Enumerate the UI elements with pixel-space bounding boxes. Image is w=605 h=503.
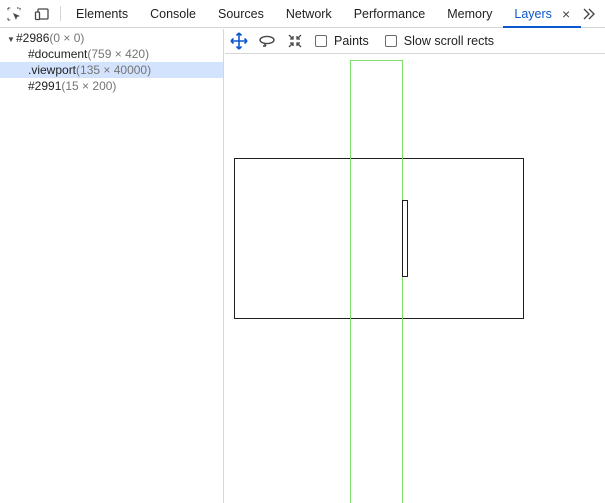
tab-label: Console [150, 6, 196, 21]
layer-name: #document [28, 47, 88, 61]
pan-mode-icon[interactable] [225, 29, 253, 53]
device-toolbar-icon[interactable] [28, 0, 56, 28]
tab-label: Network [285, 6, 332, 21]
inspect-element-icon[interactable] [0, 0, 28, 28]
layers-toolbar: Paints Slow scroll rects [225, 29, 605, 54]
paints-label: Paints [334, 34, 369, 48]
tab-label: Elements [76, 6, 129, 21]
tab-label: Sources [217, 6, 264, 21]
tab-console[interactable]: Console [139, 0, 207, 27]
rotate-mode-icon[interactable] [253, 29, 281, 53]
layer-dimensions: (759 × 420) [87, 47, 150, 61]
tab-network[interactable]: Network [275, 0, 343, 27]
tree-row-viewport[interactable]: .viewport(135 × 40000) [0, 62, 223, 78]
tab-sources[interactable]: Sources [207, 0, 275, 27]
layer-tree: ▼#2986(0 × 0) #document(759 × 420) .view… [0, 29, 224, 503]
tab-label: Memory [447, 6, 493, 21]
more-tabs-icon[interactable] [573, 0, 605, 28]
devtools-tab-bar: Elements Console Sources Network Perform… [0, 0, 605, 28]
layer-dimensions: (15 × 200) [61, 79, 117, 93]
layer-name: #2986 [16, 31, 50, 45]
close-tab-icon[interactable]: × [562, 7, 570, 21]
tab-layers[interactable]: Layers × [503, 0, 581, 28]
layer-dimensions: (135 × 40000) [76, 63, 152, 77]
layers-canvas[interactable] [225, 55, 605, 503]
tree-row-2991[interactable]: #2991(15 × 200) [0, 78, 223, 94]
scrollbar-layer-outline[interactable] [402, 200, 408, 277]
toolbar-divider [60, 6, 61, 21]
tree-row-root[interactable]: ▼#2986(0 × 0) [0, 30, 223, 46]
tab-label: Layers [514, 6, 552, 21]
slow-scroll-rects-label: Slow scroll rects [403, 34, 495, 48]
viewport-layer-highlight[interactable] [350, 60, 403, 503]
tab-label: Performance [353, 6, 426, 21]
checkbox-box[interactable] [384, 35, 397, 47]
tab-elements[interactable]: Elements [65, 0, 139, 27]
slow-scroll-rects-checkbox[interactable]: Slow scroll rects [384, 34, 495, 48]
paints-checkbox[interactable]: Paints [315, 34, 369, 48]
checkbox-box[interactable] [315, 35, 327, 47]
tab-performance[interactable]: Performance [343, 0, 437, 27]
tab-memory[interactable]: Memory [436, 0, 503, 27]
layer-name: .viewport [28, 63, 77, 77]
layer-name: #2991 [28, 79, 62, 93]
tree-row-document[interactable]: #document(759 × 420) [0, 46, 223, 62]
layer-dimensions: (0 × 0) [49, 31, 85, 45]
reset-view-icon[interactable] [281, 29, 309, 53]
